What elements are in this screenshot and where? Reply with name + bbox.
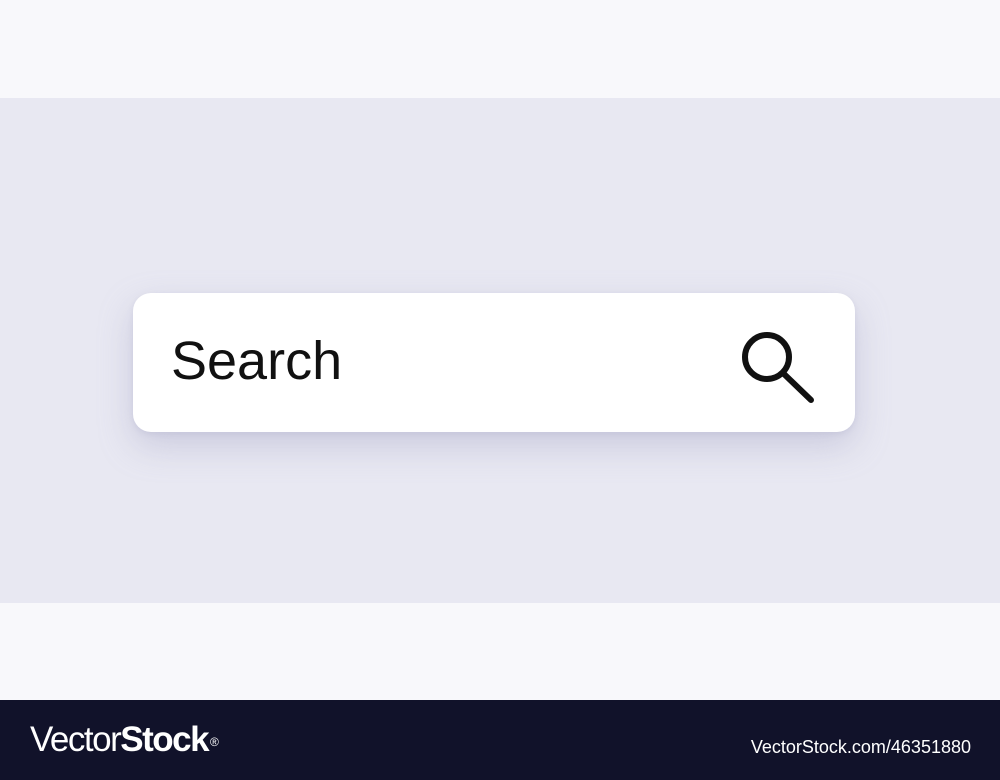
top-margin bbox=[0, 0, 1000, 98]
brand-logo: VectorStock ® bbox=[30, 720, 219, 760]
brand-logo-light: Vector bbox=[30, 720, 122, 759]
image-id: VectorStock.com/46351880 bbox=[750, 737, 971, 757]
search-input[interactable] bbox=[171, 321, 711, 401]
search-bar[interactable] bbox=[133, 293, 855, 432]
brand-logo-bold: Stock bbox=[120, 720, 209, 759]
watermark-footer: VectorStock ® VectorStock.com/46351880 bbox=[0, 700, 1000, 780]
registered-mark: ® bbox=[210, 735, 219, 749]
bottom-margin bbox=[0, 603, 1000, 700]
magnifier-icon bbox=[742, 332, 814, 403]
search-button[interactable] bbox=[738, 327, 822, 405]
